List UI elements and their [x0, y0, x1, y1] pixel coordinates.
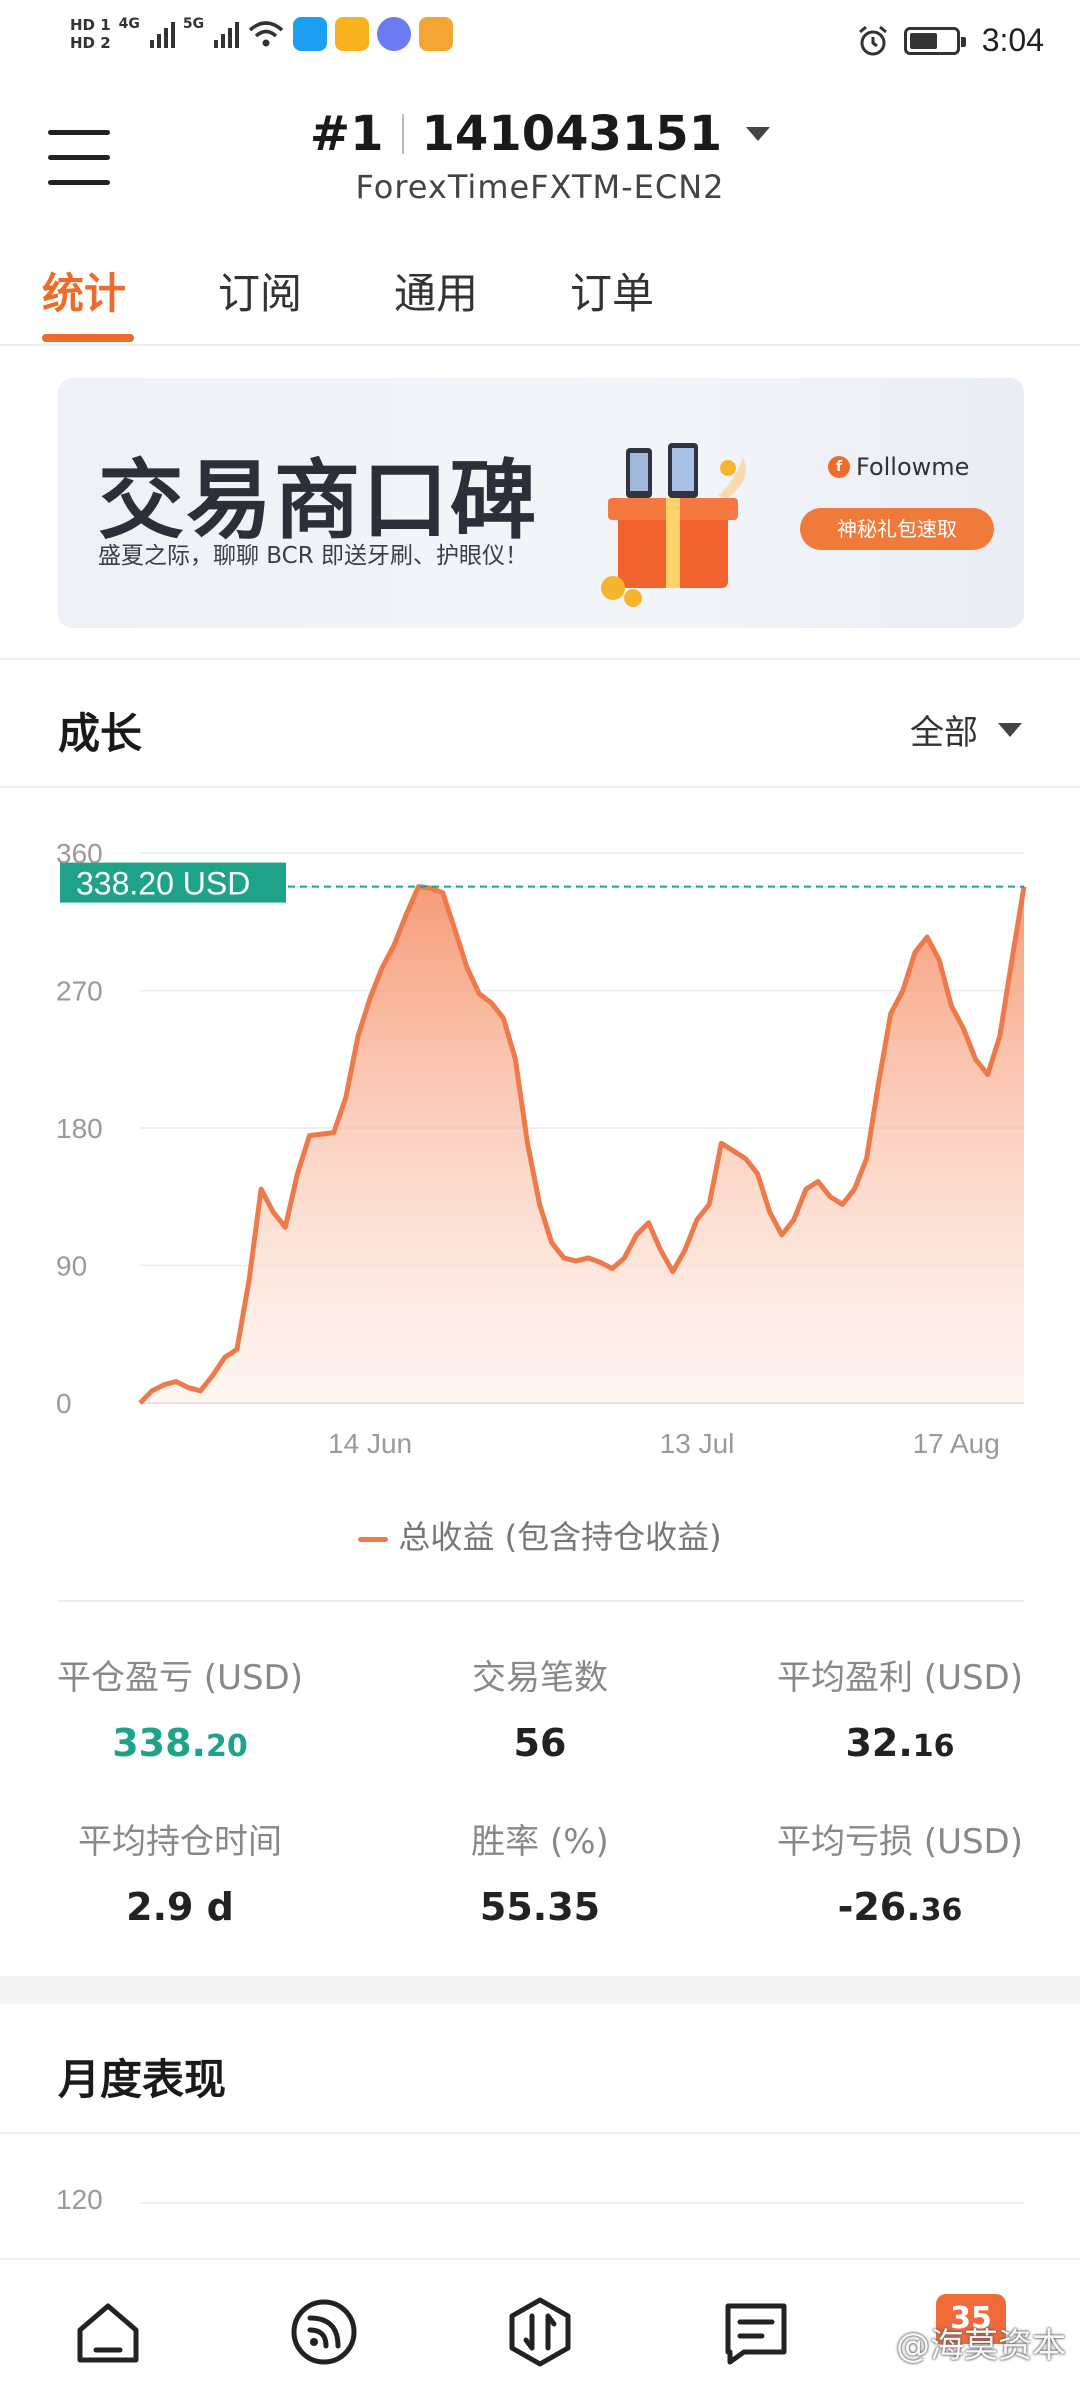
mail-icon [335, 17, 370, 51]
monthly-gridline [140, 2202, 1024, 2204]
y-tick-label: 90 [56, 1251, 87, 1282]
stat-value-main: 56 [513, 1721, 567, 1765]
section-divider [0, 2132, 1080, 2134]
banner-subtitle: 盛夏之际，聊聊 BCR 即送牙刷、护眼仪！ [98, 543, 529, 569]
stat-label: 平仓盈亏 (USD) [57, 1658, 303, 1698]
stat-value-main: 2.9 d [126, 1885, 234, 1929]
stat-trade-count: 交易笔数 56 [360, 1650, 720, 1765]
growth-area [140, 886, 1024, 1403]
y-tick-label: 360 [56, 838, 103, 869]
account-number: 141043151 [421, 106, 723, 162]
stat-avg-loss: 平均亏损 (USD) -26.36 [720, 1814, 1080, 1929]
tab-orders[interactable]: 订单 [570, 260, 654, 321]
stat-label: 平均盈利 (USD) [777, 1658, 1023, 1698]
battery-icon [903, 26, 966, 55]
x-tick-label: 13 Jul [660, 1428, 735, 1459]
wifi-icon [248, 21, 284, 47]
gift-box-icon [601, 443, 746, 607]
watermark-text: @海莫资本 [896, 2326, 1066, 2366]
stat-value-main: 32. [845, 1721, 913, 1765]
trade-icon[interactable] [502, 2294, 578, 2370]
stat-value: 56 [360, 1721, 720, 1765]
stat-value-minor: 20 [206, 1729, 248, 1764]
stat-value: 32.16 [720, 1721, 1080, 1765]
stat-value: 55.35 [360, 1885, 720, 1929]
stat-label: 交易笔数 [472, 1658, 608, 1698]
legend-swatch [358, 1536, 389, 1542]
followme-logo-icon: f [828, 456, 850, 478]
net2-label: 5G [182, 16, 205, 32]
status-bar: HD 1 HD 2 4G 5G 3:04 [0, 0, 1080, 96]
note-icon [419, 17, 454, 51]
y-tick-label: 270 [56, 976, 103, 1007]
promo-banner[interactable]: 交易商口碑 盛夏之际，聊聊 BCR 即送牙刷、护眼仪！ f Followme 神… [58, 378, 1024, 628]
banner-cta-button[interactable]: 神秘礼包速取 [800, 508, 994, 550]
y-tick-label: 0 [56, 1388, 72, 1419]
y-tick-label: 180 [56, 1113, 103, 1144]
status-left: HD 1 HD 2 4G 5G [70, 16, 454, 52]
chevron-down-icon [998, 722, 1022, 737]
tab-bar: 统计 订阅 通用 订单 [0, 250, 1080, 346]
tab-general[interactable]: 通用 [394, 260, 478, 321]
section-gap [0, 1976, 1080, 2004]
followme-brand: f Followme [828, 453, 969, 481]
range-filter-label: 全部 [910, 713, 978, 753]
hd1-label: HD 1 [70, 16, 111, 34]
chart-legend[interactable]: 总收益 (包含持仓收益) [0, 1512, 1080, 1558]
home-icon[interactable] [70, 2294, 146, 2370]
monthly-y-tick: 120 [56, 2184, 103, 2215]
legend-label: 总收益 (包含持仓收益) [398, 1518, 722, 1556]
status-time: 3:04 [981, 22, 1044, 58]
feed-icon[interactable] [286, 2294, 362, 2370]
growth-chart-svg: 338.20 USD 0 90 180 270 360 14 Jun 13 Jul 17 A… [56, 838, 1027, 1459]
status-right: 3:04 [856, 22, 1044, 59]
x-tick-label: 14 Jun [328, 1428, 412, 1459]
brand-label: Followme [856, 453, 970, 481]
stat-label: 平均亏损 (USD) [777, 1822, 1023, 1862]
account-index: #1 [309, 106, 384, 162]
tab-subscribe[interactable]: 订阅 [218, 260, 302, 321]
alarm-icon [858, 25, 887, 55]
monthly-title: 月度表现 [58, 2055, 227, 2104]
net1-label: 4G [118, 16, 140, 32]
stat-value: 2.9 d [0, 1885, 360, 1929]
signal-icon [149, 20, 175, 48]
stat-value-main: 338. [112, 1721, 206, 1765]
account-separator [401, 114, 404, 154]
stat-label: 胜率 (%) [471, 1822, 609, 1862]
section-divider [58, 1600, 1024, 1602]
section-divider [0, 658, 1080, 660]
tab-stats[interactable]: 统计 [42, 260, 126, 321]
sim-labels: HD 1 HD 2 [70, 16, 111, 52]
stat-closed-pnl: 平仓盈亏 (USD) 338.20 [0, 1650, 360, 1765]
active-tab-indicator [42, 334, 134, 342]
stat-avg-profit: 平均盈利 (USD) 32.16 [720, 1650, 1080, 1765]
hd2-label: HD 2 [70, 34, 111, 52]
account-selector[interactable]: #1 141043151 [309, 106, 771, 162]
signal-icon-2 [214, 20, 240, 48]
chevron-down-icon [746, 127, 771, 141]
stat-label: 平均持仓时间 [78, 1822, 282, 1862]
stat-win-rate: 胜率 (%) 55.35 [360, 1814, 720, 1929]
range-filter-dropdown[interactable]: 全部 [910, 705, 1022, 754]
growth-title: 成长 [58, 709, 143, 758]
music-icon [377, 17, 412, 51]
x-tick-label: 17 Aug [913, 1428, 1000, 1459]
account-header[interactable]: #1 141043151 ForexTimeFXTM-ECN2 [0, 106, 1080, 206]
qq-browser-icon [293, 17, 328, 51]
broker-name: ForexTimeFXTM-ECN2 [355, 168, 725, 206]
section-divider [0, 786, 1080, 788]
stat-avg-hold-time: 平均持仓时间 2.9 d [0, 1814, 360, 1929]
growth-chart[interactable]: 338.20 USD 0 90 180 270 360 14 Jun 13 Jul 17 A… [0, 830, 1080, 1470]
stat-value: 338.20 [0, 1721, 360, 1765]
stat-value-minor: 16 [912, 1729, 955, 1764]
stat-value-minor: 36 [920, 1893, 963, 1928]
stat-value: -26.36 [720, 1885, 1080, 1929]
stat-value-main: -26. [837, 1885, 921, 1929]
stat-value-main: 55.35 [479, 1885, 601, 1929]
current-value-label: 338.20 USD [76, 866, 250, 902]
message-icon[interactable] [718, 2294, 794, 2370]
